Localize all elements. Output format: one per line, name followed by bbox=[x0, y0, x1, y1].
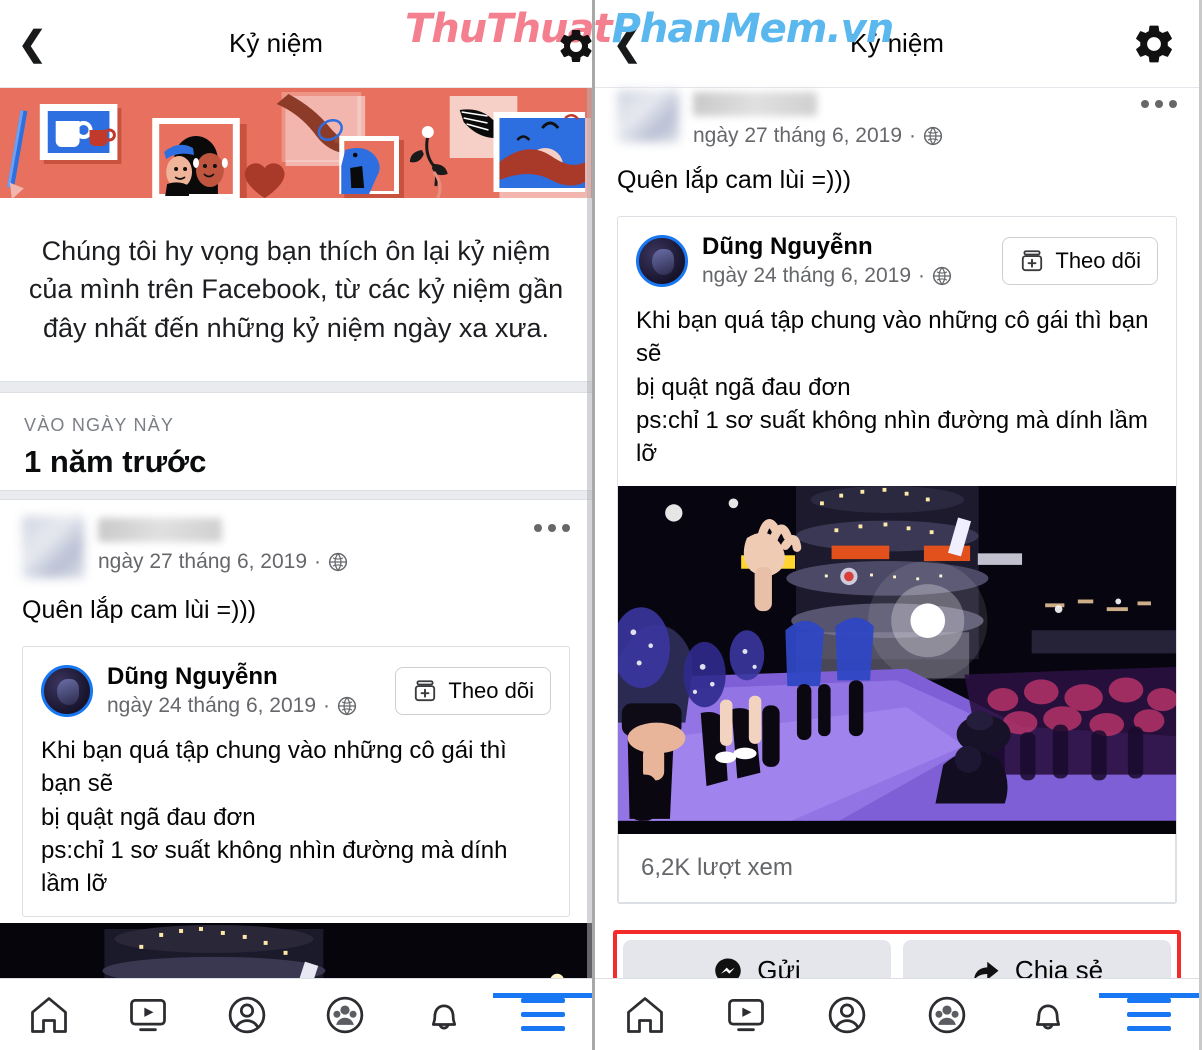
avatar[interactable] bbox=[22, 515, 84, 578]
shared-text-line-2: bị quật ngã đau đơn bbox=[636, 373, 851, 401]
section-divider bbox=[0, 380, 592, 393]
memory-post: ngày 27 tháng 6, 2019 · Quên lắp cam lùi… bbox=[595, 88, 1199, 904]
author-name-blurred[interactable] bbox=[98, 517, 222, 542]
avatar[interactable] bbox=[636, 234, 688, 287]
shared-text-line-3: ps:chỉ 1 sơ suất không nhìn đường mà dín… bbox=[636, 406, 1148, 467]
shared-author-name[interactable]: Dũng Nguyễnn bbox=[702, 233, 988, 261]
menu-icon bbox=[1126, 998, 1171, 1031]
author-name-blurred[interactable] bbox=[693, 92, 817, 116]
dual-phone-screenshot: ❮ Kỷ niệm Chúng tôi hy vọng bạn thích ôn… bbox=[0, 0, 1202, 1050]
meta-separator: · bbox=[918, 264, 926, 288]
bottom-navigation-bar bbox=[595, 978, 1199, 1050]
on-this-day-label: VÀO NGÀY NÀY bbox=[24, 414, 175, 435]
nav-video[interactable] bbox=[696, 993, 797, 1037]
shared-post-meta: ngày 24 tháng 6, 2019 · bbox=[702, 264, 988, 288]
meta-separator: · bbox=[323, 694, 331, 718]
follow-button[interactable]: Theo dõi bbox=[395, 666, 551, 715]
post-meta: ngày 27 tháng 6, 2019 · bbox=[693, 124, 1177, 148]
groups-icon bbox=[327, 996, 364, 1033]
page-title: Kỷ niệm bbox=[229, 28, 323, 58]
globe-icon bbox=[328, 552, 348, 572]
nav-groups[interactable] bbox=[296, 993, 395, 1037]
nav-menu[interactable] bbox=[1098, 993, 1199, 1031]
scrollbar[interactable] bbox=[587, 88, 592, 978]
add-to-list-icon bbox=[1022, 249, 1043, 271]
memory-post: ngày 27 tháng 6, 2019 · Quên lắp cam lùi… bbox=[0, 500, 592, 917]
follow-button-label: Theo dõi bbox=[1055, 247, 1141, 273]
shared-author-name[interactable]: Dũng Nguyễnn bbox=[107, 663, 381, 691]
nav-groups[interactable] bbox=[897, 993, 998, 1037]
globe-icon bbox=[923, 126, 943, 146]
shared-text-line-2: bị quật ngã đau đơn bbox=[41, 803, 256, 831]
left-topbar: ❮ Kỷ niệm bbox=[0, 0, 592, 88]
shared-post-header: Dũng Nguyễnn ngày 24 tháng 6, 2019 · The… bbox=[23, 647, 569, 725]
profile-icon bbox=[228, 996, 265, 1033]
right-phone-panel: ❮ Kỷ niệm ngày 27 tháng 6, 2019 · Quên l… bbox=[595, 0, 1199, 1050]
home-icon bbox=[627, 996, 664, 1033]
meta-separator: · bbox=[314, 549, 322, 573]
add-to-list-icon bbox=[415, 679, 436, 701]
video-view-count: 6,2K lượt xem bbox=[618, 833, 1176, 903]
nav-notifications[interactable] bbox=[395, 993, 494, 1037]
shared-text-line-3: ps:chỉ 1 sơ suất không nhìn đường mà dín… bbox=[41, 836, 508, 897]
right-topbar: ❮ Kỷ niệm bbox=[595, 0, 1199, 88]
post-header: ngày 27 tháng 6, 2019 · bbox=[617, 90, 1177, 148]
section-divider-2 bbox=[0, 489, 592, 500]
on-this-day-value: 1 năm trước bbox=[24, 443, 207, 479]
home-icon bbox=[31, 996, 68, 1033]
avatar[interactable] bbox=[617, 90, 679, 142]
groups-icon bbox=[929, 996, 966, 1033]
shared-post-meta: ngày 24 tháng 6, 2019 · bbox=[107, 694, 381, 718]
shared-post-date: ngày 24 tháng 6, 2019 bbox=[107, 694, 317, 718]
shared-text-line-1: Khi bạn quá tập chung vào những cô gái t… bbox=[41, 737, 507, 798]
post-body-text: Quên lắp cam lùi =))) bbox=[617, 166, 852, 194]
post-date: ngày 27 tháng 6, 2019 bbox=[693, 124, 903, 147]
profile-icon bbox=[828, 996, 865, 1033]
avatar[interactable] bbox=[41, 664, 93, 717]
bell-icon bbox=[432, 1003, 457, 1029]
active-tab-indicator bbox=[492, 993, 592, 998]
post-meta: ngày 27 tháng 6, 2019 · bbox=[98, 550, 570, 574]
globe-icon bbox=[337, 696, 357, 716]
post-header: ngày 27 tháng 6, 2019 · bbox=[22, 515, 570, 578]
on-this-day-section: VÀO NGÀY NÀY 1 năm trước bbox=[0, 393, 592, 490]
gear-icon[interactable] bbox=[1131, 21, 1177, 67]
active-tab-indicator bbox=[1098, 993, 1199, 998]
page-title: Kỷ niệm bbox=[850, 28, 944, 58]
nav-profile[interactable] bbox=[796, 993, 897, 1037]
more-options-icon[interactable] bbox=[534, 523, 570, 532]
more-options-icon[interactable] bbox=[1141, 100, 1177, 108]
nav-home[interactable] bbox=[0, 993, 99, 1037]
shared-post-date: ngày 24 tháng 6, 2019 bbox=[702, 264, 912, 288]
gear-icon[interactable] bbox=[556, 26, 595, 66]
video-icon bbox=[130, 998, 166, 1031]
meta-separator: · bbox=[909, 124, 917, 147]
shared-post-header: Dũng Nguyễnn ngày 24 tháng 6, 2019 · The… bbox=[618, 217, 1176, 295]
shared-post-text: Khi bạn quá tập chung vào những cô gái t… bbox=[23, 724, 569, 916]
bell-icon bbox=[1036, 1003, 1061, 1029]
nav-video[interactable] bbox=[99, 993, 198, 1037]
follow-button[interactable]: Theo dõi bbox=[1002, 236, 1158, 285]
menu-icon bbox=[520, 998, 565, 1031]
left-phone-panel: ❮ Kỷ niệm Chúng tôi hy vọng bạn thích ôn… bbox=[0, 0, 595, 1050]
nav-menu[interactable] bbox=[492, 993, 592, 1031]
shared-post-text: Khi bạn quá tập chung vào những cô gái t… bbox=[618, 294, 1176, 486]
post-video-thumbnail[interactable] bbox=[618, 485, 1176, 834]
memories-banner-illustration bbox=[0, 88, 592, 206]
back-icon[interactable]: ❮ bbox=[613, 27, 669, 61]
nav-profile[interactable] bbox=[197, 993, 296, 1037]
nav-notifications[interactable] bbox=[998, 993, 1099, 1037]
shared-post-card: Dũng Nguyễnn ngày 24 tháng 6, 2019 · The… bbox=[617, 215, 1177, 904]
shared-post-card: Dũng Nguyễnn ngày 24 tháng 6, 2019 · The… bbox=[22, 645, 570, 917]
post-body-text: Quên lắp cam lùi =))) bbox=[22, 595, 257, 624]
bottom-navigation-bar bbox=[0, 978, 592, 1050]
globe-icon bbox=[932, 267, 952, 286]
back-icon[interactable]: ❮ bbox=[18, 27, 74, 61]
follow-button-label: Theo dõi bbox=[448, 677, 534, 703]
nav-home[interactable] bbox=[595, 993, 696, 1037]
shared-text-line-1: Khi bạn quá tập chung vào những cô gái t… bbox=[636, 307, 1149, 368]
post-date: ngày 27 tháng 6, 2019 bbox=[98, 549, 308, 573]
video-icon bbox=[728, 998, 764, 1031]
intro-text: Chúng tôi hy vọng bạn thích ôn lại kỷ ni… bbox=[28, 236, 564, 343]
